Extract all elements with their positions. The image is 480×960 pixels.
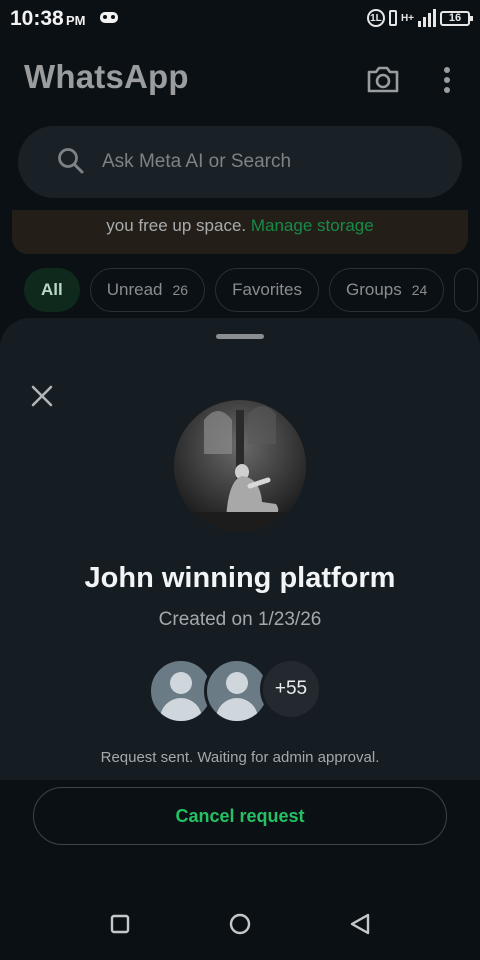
filter-chip-all[interactable]: All xyxy=(24,268,80,312)
battery-icon: 16 xyxy=(440,10,473,26)
status-time: 10:38 xyxy=(10,7,64,30)
status-ampm: PM xyxy=(66,13,86,28)
signal-icon xyxy=(418,9,436,27)
circle-icon[interactable] xyxy=(229,913,251,935)
camera-icon[interactable] xyxy=(366,64,400,94)
member-count-badge: +55 xyxy=(260,658,322,720)
filter-chip-count: 24 xyxy=(411,282,428,298)
filter-chip-label: All xyxy=(41,280,63,299)
vibrate-icon xyxy=(388,10,397,26)
sheet-drag-handle[interactable] xyxy=(216,334,264,339)
data-ring-icon: 1L xyxy=(366,9,385,27)
filter-chip-favorites[interactable]: Favorites xyxy=(215,268,319,312)
more-vertical-icon[interactable] xyxy=(440,66,454,94)
search-placeholder: Ask Meta AI or Search xyxy=(102,151,292,172)
filter-chip-add[interactable] xyxy=(454,268,479,312)
filter-chip-label: Favorites xyxy=(232,280,302,299)
filter-chip-groups[interactable]: Groups 24 xyxy=(329,268,445,312)
storage-banner-message: you free up space. xyxy=(106,216,247,235)
request-status-text: Request sent. Waiting for admin approval… xyxy=(100,749,380,766)
search-icon xyxy=(58,148,84,174)
square-icon[interactable] xyxy=(110,914,130,934)
group-created-date: Created on 1/23/26 xyxy=(158,609,322,630)
filter-chip-unread[interactable]: Unread 26 xyxy=(89,268,206,312)
back-triangle-icon[interactable] xyxy=(348,912,372,936)
cancel-request-button[interactable]: Cancel request xyxy=(33,787,447,845)
storage-banner-text: you free up space. Manage storage xyxy=(12,216,468,236)
app-title: WhatsApp xyxy=(24,58,189,95)
gamepad-icon xyxy=(100,12,118,23)
filter-chips: All Unread 26 Favorites Groups 24 xyxy=(24,268,479,314)
storage-banner: you free up space. Manage storage xyxy=(12,210,468,254)
network-type-label: H+ xyxy=(400,12,414,24)
group-avatar-image xyxy=(174,400,306,532)
search-bar[interactable]: Ask Meta AI or Search xyxy=(18,126,462,198)
status-bar: 10:38 PM 1L H+ 16 xyxy=(0,0,480,40)
filter-chip-count: 26 xyxy=(172,282,189,298)
group-avatar xyxy=(174,400,306,532)
close-icon[interactable] xyxy=(28,382,56,410)
status-icons: 1L H+ 16 xyxy=(366,6,473,30)
manage-storage-link[interactable]: Manage storage xyxy=(251,216,374,235)
group-name: John winning platform xyxy=(84,562,396,594)
filter-chip-label: Unread xyxy=(106,280,163,299)
member-avatars: +55 xyxy=(148,658,332,724)
filter-chip-label: Groups xyxy=(346,280,402,299)
